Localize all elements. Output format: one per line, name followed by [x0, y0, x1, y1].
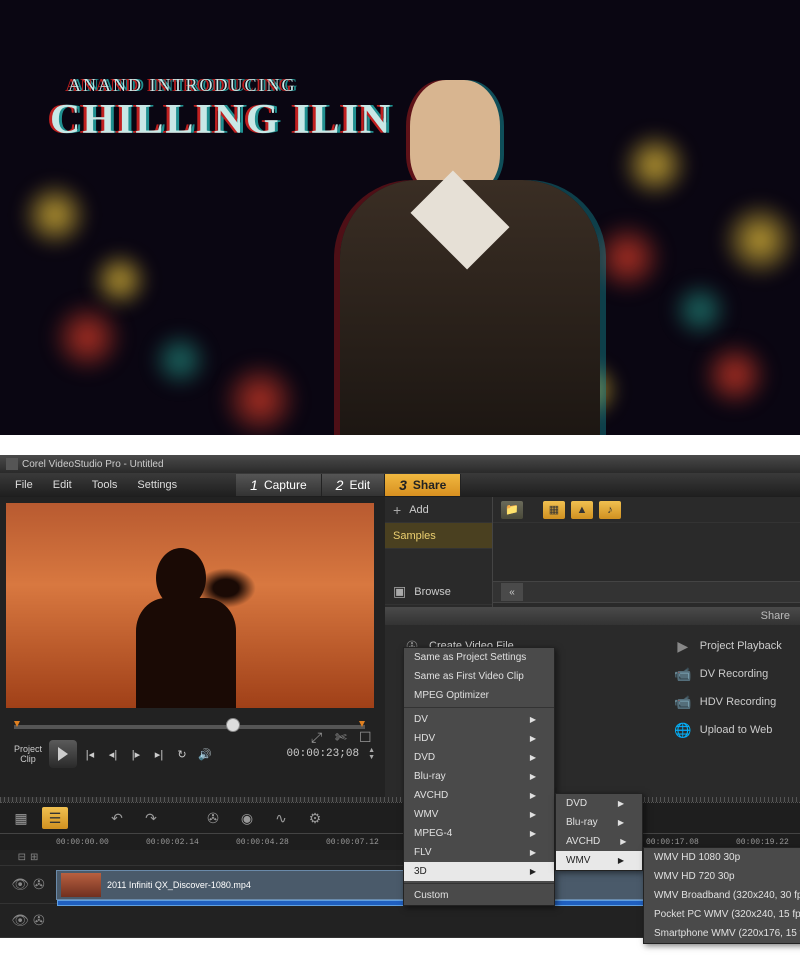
title-text: CHILLING ILIN: [50, 96, 392, 144]
tc-up-icon[interactable]: ▲: [368, 747, 375, 754]
eye-icon[interactable]: 👁: [11, 876, 29, 893]
menu-avchd[interactable]: AVCHD▶: [404, 786, 554, 805]
tracks-plus-icon[interactable]: ⊞: [30, 852, 38, 863]
filter-video-icon[interactable]: ▦: [543, 501, 565, 519]
3d-submenu: DVD▶ Blu-ray▶ AVCHD▶ WMV▶: [555, 793, 643, 871]
timeline-view-icon[interactable]: ☰: [42, 807, 68, 829]
storyboard-view-icon[interactable]: ▦: [8, 807, 34, 829]
menu-bluray[interactable]: Blu-ray▶: [404, 767, 554, 786]
hdv-recording-button[interactable]: 📹HDV Recording: [674, 693, 782, 711]
mode-label[interactable]: Project Clip: [10, 744, 46, 764]
menu-file[interactable]: File: [6, 475, 42, 495]
tool-settings-icon[interactable]: ⚙: [302, 807, 328, 829]
browse-icon: ▣: [393, 583, 406, 600]
menu-mpeg4[interactable]: MPEG-4▶: [404, 824, 554, 843]
menu-flv[interactable]: FLV▶: [404, 843, 554, 862]
upload-web-button[interactable]: 🌐Upload to Web: [674, 721, 782, 739]
tracks-minus-icon[interactable]: ⊟: [18, 852, 26, 863]
preset-smartphone-wmv[interactable]: Smartphone WMV (220x176, 15 fps): [644, 924, 800, 943]
preview-pane: ⤢ ✄ ☐ Project Clip |◂ ◂| |▸ ▸| ↻ 🔊 00:00…: [0, 497, 385, 797]
project-playback-button[interactable]: ▶Project Playback: [674, 637, 782, 655]
submenu-wmv[interactable]: WMV▶: [556, 851, 642, 870]
dv-recording-button[interactable]: 📹DV Recording: [674, 665, 782, 683]
wmv-submenu: WMV HD 1080 30p WMV HD 720 30p WMV Broad…: [643, 847, 800, 944]
library-samples[interactable]: Samples: [385, 523, 492, 549]
tc-down-icon[interactable]: ▼: [368, 754, 375, 761]
preset-wmv-hd-1080[interactable]: WMV HD 1080 30p: [644, 848, 800, 867]
mark-in-icon[interactable]: [14, 721, 20, 733]
split-icon[interactable]: ✄: [335, 729, 351, 745]
library-browse[interactable]: ▣Browse: [385, 579, 492, 605]
prev-frame-button[interactable]: ◂|: [103, 744, 123, 764]
tab-edit[interactable]: 2Edit: [322, 474, 385, 496]
end-button[interactable]: ▸|: [149, 744, 169, 764]
enlarge-icon[interactable]: ⤢: [311, 729, 327, 745]
menu-settings[interactable]: Settings: [128, 475, 186, 495]
menu-3d[interactable]: 3D▶: [404, 862, 554, 881]
snapshot-icon[interactable]: ☐: [359, 729, 375, 745]
plus-icon: +: [393, 502, 401, 518]
redo-icon[interactable]: ↷: [138, 807, 164, 829]
right-pane: +Add Samples ▣Browse 📁 ▦ ▲ ♪ «: [385, 497, 800, 797]
menu-wmv[interactable]: WMV▶: [404, 805, 554, 824]
clip-name: 2011 Infiniti QX_Discover-1080.mp4: [107, 880, 251, 890]
submenu-bluray[interactable]: Blu-ray▶: [556, 813, 642, 832]
tab-share[interactable]: 3Share: [385, 474, 461, 496]
clip-thumbnail: [61, 873, 101, 897]
repeat-button[interactable]: ↻: [172, 744, 192, 764]
reel-icon: ✇: [33, 876, 45, 893]
camera-icon: 📹: [674, 693, 692, 711]
preset-wmv-broadband[interactable]: WMV Broadband (320x240, 30 fps): [644, 886, 800, 905]
submenu-dvd[interactable]: DVD▶: [556, 794, 642, 813]
overlay-reel-icon: ✇: [33, 912, 45, 929]
window-title: Corel VideoStudio Pro - Untitled: [22, 459, 164, 470]
preset-pocket-pc-wmv[interactable]: Pocket PC WMV (320x240, 15 fps): [644, 905, 800, 924]
app-icon: [6, 458, 18, 470]
home-button[interactable]: |◂: [80, 744, 100, 764]
tool-reel-icon[interactable]: ✇: [200, 807, 226, 829]
play-button[interactable]: [49, 740, 77, 768]
menubar: File Edit Tools Settings 1Capture 2Edit …: [0, 473, 800, 497]
menu-dvd[interactable]: DVD▶: [404, 748, 554, 767]
subtitle-text: ANAND INTRODUCING: [68, 75, 392, 96]
camera-icon: 📹: [674, 665, 692, 683]
titlebar: Corel VideoStudio Pro - Untitled: [0, 455, 800, 473]
menu-dv[interactable]: DV▶: [404, 710, 554, 729]
menu-edit[interactable]: Edit: [44, 475, 81, 495]
volume-button[interactable]: 🔊: [195, 744, 215, 764]
preview-video[interactable]: [6, 503, 374, 708]
tool-audio-icon[interactable]: ∿: [268, 807, 294, 829]
share-bar: Share: [385, 607, 800, 625]
menu-same-project[interactable]: Same as Project Settings: [404, 648, 554, 667]
playback-icon: ▶: [674, 637, 692, 655]
app-window: Corel VideoStudio Pro - Untitled File Ed…: [0, 455, 800, 938]
undo-icon[interactable]: ↶: [104, 807, 130, 829]
library-add[interactable]: +Add: [385, 497, 492, 523]
menu-same-first-clip[interactable]: Same as First Video Clip: [404, 667, 554, 686]
filter-audio-icon[interactable]: ♪: [599, 501, 621, 519]
menu-hdv[interactable]: HDV▶: [404, 729, 554, 748]
menu-tools[interactable]: Tools: [83, 475, 127, 495]
tab-capture[interactable]: 1Capture: [236, 474, 322, 496]
collapse-button[interactable]: «: [501, 583, 523, 601]
menu-mpeg-optimizer[interactable]: MPEG Optimizer: [404, 686, 554, 705]
filter-photo-icon[interactable]: ▲: [571, 501, 593, 519]
tool-disc-icon[interactable]: ◉: [234, 807, 260, 829]
movie-still: ANAND INTRODUCING CHILLING ILIN: [0, 0, 800, 435]
eye-icon[interactable]: 👁: [11, 912, 29, 929]
submenu-avchd[interactable]: AVCHD▶: [556, 832, 642, 851]
preset-wmv-hd-720[interactable]: WMV HD 720 30p: [644, 867, 800, 886]
next-frame-button[interactable]: |▸: [126, 744, 146, 764]
menu-custom[interactable]: Custom: [404, 886, 554, 905]
timecode[interactable]: 00:00:23;08: [286, 748, 359, 760]
globe-icon: 🌐: [674, 721, 692, 739]
scrub-handle[interactable]: [226, 718, 240, 732]
folder-icon[interactable]: 📁: [501, 501, 523, 519]
format-menu: Same as Project Settings Same as First V…: [403, 647, 555, 906]
